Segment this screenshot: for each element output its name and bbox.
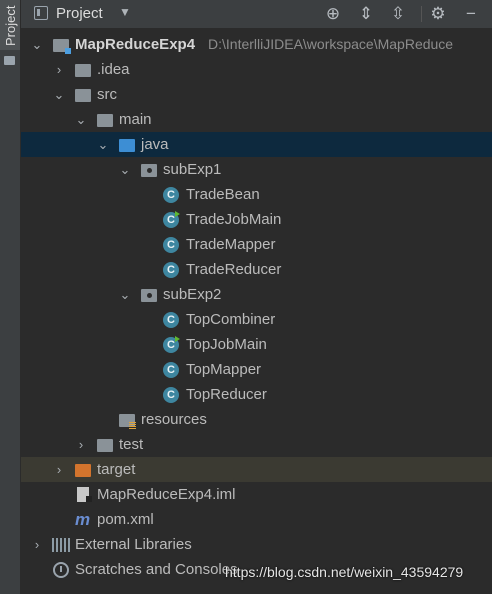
caret-down-icon[interactable]: ▼ — [119, 5, 131, 19]
module-folder-icon — [53, 39, 71, 54]
tree-node-idea[interactable]: › .idea — [21, 57, 492, 82]
scratches-icon — [53, 562, 69, 578]
chevron-right-icon[interactable]: › — [29, 532, 45, 557]
node-label: External Libraries — [75, 536, 192, 553]
tree-node-resources[interactable]: resources — [21, 407, 492, 432]
collapse-all-icon[interactable]: ⇳ — [386, 2, 410, 26]
source-folder-icon — [119, 139, 135, 152]
gear-icon[interactable]: ⚙ — [426, 2, 450, 26]
tree-node-class[interactable]: C TopJobMain — [21, 332, 492, 357]
tree-node-class[interactable]: C TradeReducer — [21, 257, 492, 282]
folder-icon — [97, 439, 113, 452]
project-tool-tab-label: Project — [3, 5, 18, 46]
node-label: pom.xml — [97, 511, 154, 528]
iml-file-icon — [77, 487, 92, 502]
tree-node-java[interactable]: ⌄ java — [21, 132, 492, 157]
project-toolbar: Project ▼ ⊕ ⇕ ⇳ ⚙ − — [21, 0, 492, 28]
left-tool-strip: Project — [0, 0, 21, 594]
tree-node-class[interactable]: C TradeJobMain — [21, 207, 492, 232]
root-path: D:\InterlliJIDEA\workspace\MapReduce — [208, 36, 454, 52]
project-tool-tab[interactable]: Project — [0, 0, 20, 50]
main-class-icon: C — [163, 211, 180, 228]
chevron-down-icon[interactable]: ⌄ — [51, 82, 67, 107]
tree-node-test[interactable]: › test — [21, 432, 492, 457]
node-label: TopJobMain — [186, 336, 267, 353]
tree-node-main[interactable]: ⌄ main — [21, 107, 492, 132]
tree-node-external-libraries[interactable]: › External Libraries — [21, 532, 492, 557]
node-label: main — [119, 111, 152, 128]
locate-icon[interactable]: ⊕ — [321, 2, 345, 26]
node-label: TradeReducer — [186, 261, 282, 278]
node-label: TopReducer — [186, 386, 267, 403]
tree-node-class[interactable]: C TopCombiner — [21, 307, 492, 332]
tree-node-class[interactable]: C TopMapper — [21, 357, 492, 382]
chevron-down-icon[interactable]: ⌄ — [117, 157, 133, 182]
tree-node-package[interactable]: ⌄ subExp2 — [21, 282, 492, 307]
node-label: src — [97, 86, 117, 103]
package-icon — [141, 164, 157, 177]
maven-icon: m — [75, 510, 91, 529]
excluded-folder-icon — [75, 464, 91, 477]
tree-node-src[interactable]: ⌄ src — [21, 82, 492, 107]
class-icon: C — [163, 362, 179, 378]
class-icon: C — [163, 237, 179, 253]
toolbar-divider — [421, 6, 422, 22]
folder-icon — [75, 64, 91, 77]
tree-node-root[interactable]: ⌄ MapReduceExp4 D:\InterlliJIDEA\workspa… — [21, 32, 492, 57]
class-icon: C — [163, 387, 179, 403]
node-label: target — [97, 461, 136, 478]
node-label: TopCombiner — [186, 311, 276, 328]
tree-node-class[interactable]: C TopReducer — [21, 382, 492, 407]
node-label: TradeJobMain — [186, 211, 282, 228]
folder-icon — [75, 89, 91, 102]
tree-node-package[interactable]: ⌄ subExp1 — [21, 157, 492, 182]
watermark: https://blog.csdn.net/weixin_43594279 — [225, 564, 464, 580]
node-label: test — [119, 436, 144, 453]
node-label: Scratches and Consoles — [75, 561, 238, 578]
project-window-icon — [34, 6, 48, 20]
tree-node-class[interactable]: C TradeMapper — [21, 232, 492, 257]
project-tree: ⌄ MapReduceExp4 D:\InterlliJIDEA\workspa… — [21, 28, 492, 594]
minimize-icon[interactable]: − — [459, 2, 483, 26]
tree-node-target[interactable]: › target — [21, 457, 492, 482]
expand-all-icon[interactable]: ⇕ — [354, 2, 378, 26]
node-label: subExp2 — [163, 286, 222, 303]
chevron-down-icon[interactable]: ⌄ — [117, 282, 133, 307]
node-label: MapReduceExp4.iml — [97, 486, 236, 503]
chevron-down-icon[interactable]: ⌄ — [73, 107, 89, 132]
chevron-down-icon[interactable]: ⌄ — [29, 32, 45, 57]
package-icon — [141, 289, 157, 302]
root-name: MapReduceExp4 — [75, 36, 196, 53]
node-label: subExp1 — [163, 161, 222, 178]
node-label: TopMapper — [186, 361, 262, 378]
node-label: java — [141, 136, 169, 153]
node-label: TradeMapper — [186, 236, 276, 253]
chevron-right-icon[interactable]: › — [51, 457, 67, 482]
node-label: .idea — [97, 61, 130, 78]
resources-folder-icon — [119, 414, 136, 429]
class-icon: C — [163, 262, 179, 278]
chevron-right-icon[interactable]: › — [73, 432, 89, 457]
class-icon: C — [163, 312, 179, 328]
tree-node-iml[interactable]: MapReduceExp4.iml — [21, 482, 492, 507]
chevron-down-icon[interactable]: ⌄ — [95, 132, 111, 157]
node-label: TradeBean — [186, 186, 260, 203]
folder-icon[interactable] — [4, 56, 15, 65]
view-selector[interactable]: Project — [56, 5, 103, 22]
tree-node-class[interactable]: C TradeBean — [21, 182, 492, 207]
node-label: resources — [141, 411, 207, 428]
main-class-icon: C — [163, 336, 180, 353]
libraries-icon — [52, 538, 70, 552]
chevron-right-icon[interactable]: › — [51, 57, 67, 82]
tree-node-pom[interactable]: m pom.xml — [21, 507, 492, 532]
class-icon: C — [163, 187, 179, 203]
folder-icon — [97, 114, 113, 127]
